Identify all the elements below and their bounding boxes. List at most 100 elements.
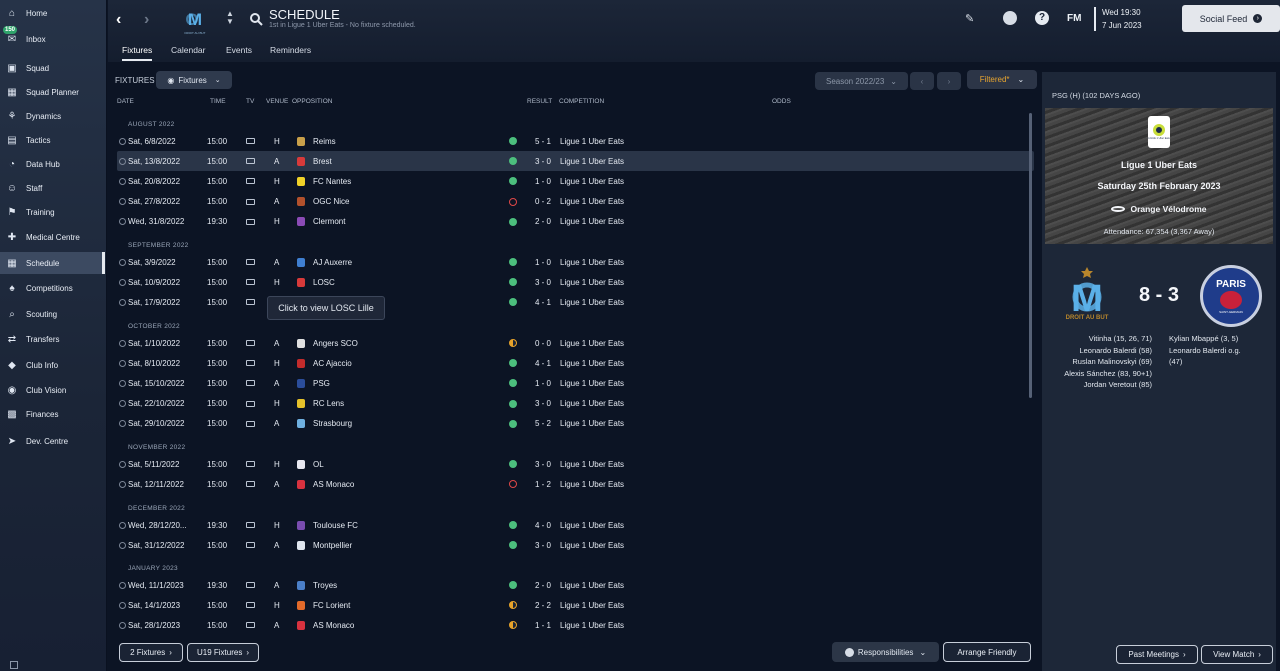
fixture-competition[interactable]: Ligue 1 Uber Eats [560, 137, 624, 146]
fixture-opposition[interactable]: Toulouse FC [313, 521, 358, 530]
fixture-opposition[interactable]: Troyes [313, 581, 337, 590]
fixture-opposition[interactable]: AS Monaco [313, 480, 354, 489]
club-crest[interactable]: MO DROIT AU BUT [181, 5, 209, 35]
fixture-competition[interactable]: Ligue 1 Uber Eats [560, 480, 624, 489]
scrollbar[interactable] [1029, 113, 1032, 398]
fixture-result[interactable]: 2 - 2 [530, 601, 556, 610]
fixture-opposition[interactable]: Brest [313, 157, 332, 166]
arrange-friendly-button[interactable]: Arrange Friendly [943, 642, 1031, 662]
edit-icon[interactable]: ✎ [965, 12, 974, 25]
fixture-result[interactable]: 1 - 0 [530, 258, 556, 267]
club-switch-icon[interactable]: ▲ ▼ [226, 10, 234, 26]
home-scorer[interactable]: Ruslan Malinovskyi (69) [1064, 356, 1152, 368]
fixture-competition[interactable]: Ligue 1 Uber Eats [560, 521, 624, 530]
fixture-row[interactable]: Sat, 13/8/2022 15:00 A Brest 3 - 0 Ligue 1 Ub… [117, 151, 1034, 172]
fixture-competition[interactable]: Ligue 1 Uber Eats [560, 339, 624, 348]
fixture-row[interactable]: Sat, 8/10/2022 15:00 H AC Ajaccio 4 - 1 Ligue… [117, 353, 1034, 373]
sidebar-item-squad-planner[interactable]: ▦ Squad Planner [0, 81, 105, 103]
fixture-row[interactable]: Sat, 31/12/2022 15:00 A Montpellier 3 - 0 Lig… [117, 535, 1034, 555]
fixture-result[interactable]: 1 - 0 [530, 177, 556, 186]
fixture-competition[interactable]: Ligue 1 Uber Eats [560, 278, 624, 287]
fixture-opposition[interactable]: LOSC [313, 278, 335, 287]
fixture-result[interactable]: 5 - 2 [530, 419, 556, 428]
fixture-opposition[interactable]: Strasbourg [313, 419, 352, 428]
sidebar-item-club-info[interactable]: ◆ Club Info [0, 354, 105, 376]
column-date[interactable]: DATE [117, 98, 134, 105]
sidebar-item-medical-centre[interactable]: ✚ Medical Centre [0, 226, 105, 248]
corner-icon[interactable] [10, 661, 18, 669]
sidebar-item-staff[interactable]: ☺ Staff [0, 177, 105, 199]
fixture-row[interactable]: Sat, 5/11/2022 15:00 H OL 3 - 0 Ligue 1 Uber … [117, 454, 1034, 474]
sidebar-item-training[interactable]: ⚑ Training [0, 201, 105, 223]
sidebar-item-scouting[interactable]: ⌕ Scouting [0, 303, 105, 325]
fixture-opposition[interactable]: Clermont [313, 217, 345, 226]
fixture-competition[interactable]: Ligue 1 Uber Eats [560, 379, 624, 388]
home-scorer[interactable]: Alexis Sánchez (83, 90+1) [1064, 368, 1152, 380]
away-crest[interactable]: PARIS SAINT-GERMAIN [1200, 265, 1262, 327]
fixture-row[interactable]: Sat, 17/9/202215:00Rennes4 - 1Ligue 1 Ub… [117, 292, 1034, 312]
u19-fixtures-button[interactable]: U19 Fixtures › [187, 643, 259, 662]
fixture-competition[interactable]: Ligue 1 Uber Eats [560, 359, 624, 368]
current-date[interactable]: 7 Jun 2023 [1102, 21, 1142, 30]
fixture-competition[interactable]: Ligue 1 Uber Eats [560, 258, 624, 267]
fixture-opposition[interactable]: OL [313, 460, 324, 469]
search-icon[interactable] [249, 12, 263, 26]
two-fixtures-button[interactable]: 2 Fixtures › [119, 643, 183, 662]
fixture-opposition[interactable]: AC Ajaccio [313, 359, 352, 368]
column-tv[interactable]: TV [246, 98, 254, 105]
away-scorer[interactable]: (47) [1169, 356, 1241, 368]
fixture-competition[interactable]: Ligue 1 Uber Eats [560, 399, 624, 408]
fixture-competition[interactable]: Ligue 1 Uber Eats [560, 197, 624, 206]
away-scorer[interactable]: Leonardo Balerdi o.g. [1169, 345, 1241, 357]
fixture-result[interactable]: 1 - 2 [530, 480, 556, 489]
fixture-result[interactable]: 1 - 1 [530, 621, 556, 630]
sidebar-item-schedule[interactable]: ▦ Schedule [0, 252, 105, 274]
fixture-result[interactable]: 3 - 0 [530, 541, 556, 550]
fixture-opposition[interactable]: Reims [313, 137, 336, 146]
fixture-row[interactable]: Wed, 31/8/2022 19:30 H Clermont 2 - 0 Ligue 1… [117, 212, 1034, 232]
fixture-row[interactable]: Sat, 3/9/2022 15:00 A AJ Auxerre 1 - 0 Ligue … [117, 252, 1034, 272]
home-scorer[interactable]: Jordan Veretout (85) [1064, 379, 1152, 391]
sidebar-item-dev-centre[interactable]: ➤ Dev. Centre [0, 430, 105, 452]
fixture-row[interactable]: Sat, 15/10/2022 15:00 A PSG 1 - 0 Ligue 1 Ube… [117, 373, 1034, 393]
fixture-competition[interactable]: Ligue 1 Uber Eats [560, 541, 624, 550]
help-icon[interactable]: ? [1035, 11, 1049, 25]
fixture-opposition[interactable]: OGC Nice [313, 197, 349, 206]
fixture-row[interactable]: Wed, 11/1/2023 19:30 A Troyes 2 - 0 Ligue 1 U… [117, 575, 1034, 595]
filter-dropdown[interactable]: Filtered* ⌄ [967, 70, 1037, 89]
sidebar-item-data-hub[interactable]: ◔ Data Hub [0, 153, 105, 175]
fixture-result[interactable]: 3 - 0 [530, 399, 556, 408]
home-scorer[interactable]: Vitinha (15, 26, 71) [1064, 333, 1152, 345]
sidebar-item-home[interactable]: ⌂ Home [0, 2, 105, 24]
view-match-button[interactable]: View Match › [1201, 645, 1273, 664]
away-scorer[interactable]: Kylian Mbappé (3, 5) [1169, 333, 1241, 345]
sidebar-item-squad[interactable]: ▣ Squad [0, 57, 105, 79]
current-day-time[interactable]: Wed 19:30 [1102, 8, 1141, 17]
tab-events[interactable]: Events [226, 45, 252, 55]
fixture-opposition[interactable]: AS Monaco [313, 621, 354, 630]
fixture-opposition[interactable]: FC Nantes [313, 177, 351, 186]
sidebar-item-transfers[interactable]: ⇄ Transfers [0, 328, 105, 350]
fixture-row[interactable]: Sat, 6/8/2022 15:00 H Reims 5 - 1 Ligue 1 Ube… [117, 131, 1034, 151]
fixture-competition[interactable]: Ligue 1 Uber Eats [560, 217, 624, 226]
fixture-result[interactable]: 1 - 0 [530, 379, 556, 388]
fm-brain-icon[interactable] [1003, 11, 1017, 25]
fixture-row[interactable]: Sat, 27/8/2022 15:00 A OGC Nice 0 - 2 Ligue 1… [117, 192, 1034, 212]
fixture-result[interactable]: 3 - 0 [530, 157, 556, 166]
forward-button[interactable]: › [144, 12, 158, 28]
sidebar-item-competitions[interactable]: ♠ Competitions [0, 277, 105, 299]
tab-calendar[interactable]: Calendar [171, 45, 206, 55]
sidebar-item-club-vision[interactable]: ◉ Club Vision [0, 379, 105, 401]
fixture-competition[interactable]: Ligue 1 Uber Eats [560, 419, 624, 428]
fixture-result[interactable]: 3 - 0 [530, 460, 556, 469]
column-opposition[interactable]: OPPOSITION [292, 98, 332, 105]
column-competition[interactable]: COMPETITION [559, 98, 604, 105]
back-button[interactable]: ‹ [116, 12, 130, 28]
fixture-row[interactable]: Sat, 10/9/2022 15:00 H LOSC 3 - 0 Ligue 1 Ube… [117, 272, 1034, 292]
fixture-row[interactable]: Sat, 14/1/2023 15:00 H FC Lorient 2 - 2 Ligue… [117, 595, 1034, 615]
fixture-opposition[interactable]: FC Lorient [313, 601, 350, 610]
season-dropdown[interactable]: Season 2022/23 ⌄ [815, 72, 908, 90]
tab-reminders[interactable]: Reminders [270, 45, 311, 55]
column-odds[interactable]: ODDS [772, 98, 791, 105]
fixture-result[interactable]: 4 - 1 [530, 298, 556, 307]
